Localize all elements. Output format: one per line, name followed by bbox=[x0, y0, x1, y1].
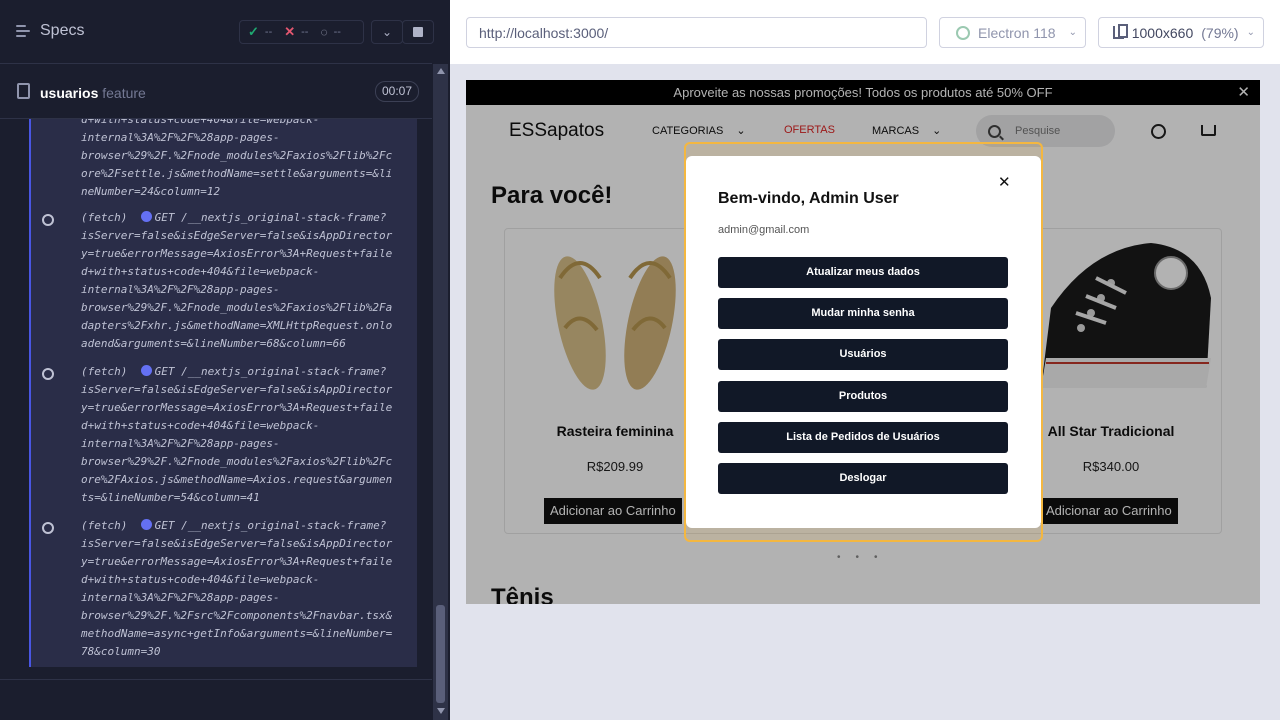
viewport-scale: (79%) bbox=[1201, 24, 1239, 41]
app-viewport: Aproveite as nossas promoções! Todos os … bbox=[466, 80, 1260, 604]
specs-label: Specs bbox=[40, 22, 85, 39]
chevron-down-button[interactable]: ⌄ bbox=[371, 20, 403, 44]
pending-circle-icon bbox=[42, 522, 54, 534]
specs-toggle[interactable]: Specs bbox=[16, 22, 84, 40]
users-button[interactable]: Usuários bbox=[718, 339, 1008, 370]
x-icon: ✕ bbox=[284, 24, 296, 39]
scroll-down-icon[interactable] bbox=[437, 708, 445, 714]
pending-circle-icon bbox=[42, 368, 54, 380]
browser-header: http://localhost:3000/ Electron 118 ⌄ 10… bbox=[450, 0, 1280, 64]
check-icon: ✓ bbox=[248, 24, 259, 39]
update-data-button[interactable]: Atualizar meus dados bbox=[718, 257, 1008, 288]
pending-circle-icon bbox=[42, 214, 54, 226]
spec-name: usuarios feature bbox=[40, 85, 146, 101]
stop-icon bbox=[413, 27, 423, 37]
logout-button[interactable]: Deslogar bbox=[718, 463, 1008, 494]
browser-name: Electron 118 bbox=[978, 24, 1056, 41]
scroll-up-icon[interactable] bbox=[437, 68, 445, 74]
orders-list-button[interactable]: Lista de Pedidos de Usuários bbox=[718, 422, 1008, 453]
viewport-icon bbox=[1113, 24, 1128, 39]
scrollbar-thumb[interactable] bbox=[436, 605, 445, 703]
chevron-down-icon: ⌄ bbox=[381, 25, 393, 39]
log-text: (fetch) GET /__nextjs_original-stack-fra… bbox=[81, 211, 393, 350]
electron-icon bbox=[956, 25, 970, 40]
file-icon bbox=[17, 83, 30, 99]
test-stats: ✓ -- ✕ -- ◌ -- bbox=[239, 20, 364, 44]
failed-count: -- bbox=[301, 26, 309, 38]
user-modal: ✕ Bem-vindo, Admin User admin@gmail.com … bbox=[686, 156, 1041, 528]
log-text: (fetch) GET /__nextjs_original-stack-fra… bbox=[81, 519, 393, 658]
stop-button[interactable] bbox=[402, 20, 434, 44]
request-dot-icon bbox=[140, 211, 152, 222]
user-email: admin@gmail.com bbox=[718, 224, 810, 236]
chevron-down-icon: ⌄ bbox=[1246, 27, 1255, 38]
command-log: d+with+status+code+404&file=webpack- int… bbox=[29, 119, 417, 667]
products-button[interactable]: Produtos bbox=[718, 381, 1008, 412]
viewport-select[interactable]: 1000x660 (79%) ⌄ bbox=[1098, 17, 1264, 48]
log-text: d+with+status+code+404&file=webpack- int… bbox=[81, 119, 393, 198]
request-dot-icon bbox=[140, 365, 152, 376]
spec-row[interactable]: usuarios feature bbox=[0, 65, 432, 119]
pending-icon: ◌ bbox=[320, 25, 328, 39]
specs-list-icon bbox=[16, 24, 32, 38]
runner-panel: Specs ✓ -- ✕ -- ◌ -- ⌄ usuarios feature … bbox=[0, 0, 450, 720]
pending-count: -- bbox=[333, 26, 341, 38]
log-text: (fetch) GET /__nextjs_original-stack-fra… bbox=[81, 365, 393, 504]
spec-timer: 00:07 bbox=[375, 81, 420, 102]
viewport-size: 1000x660 bbox=[1131, 24, 1194, 41]
url-field[interactable]: http://localhost:3000/ bbox=[466, 17, 927, 48]
request-dot-icon bbox=[140, 519, 152, 530]
close-icon[interactable]: ✕ bbox=[998, 173, 1011, 191]
modal-title: Bem-vindo, Admin User bbox=[718, 190, 899, 207]
browser-select[interactable]: Electron 118 ⌄ bbox=[939, 17, 1086, 48]
aut-panel: http://localhost:3000/ Electron 118 ⌄ 10… bbox=[450, 0, 1280, 720]
chevron-down-icon: ⌄ bbox=[1068, 27, 1077, 38]
divider bbox=[0, 679, 432, 680]
change-password-button[interactable]: Mudar minha senha bbox=[718, 298, 1008, 329]
passed-count: -- bbox=[264, 26, 273, 38]
runner-header: Specs ✓ -- ✕ -- ◌ -- ⌄ bbox=[0, 0, 434, 64]
